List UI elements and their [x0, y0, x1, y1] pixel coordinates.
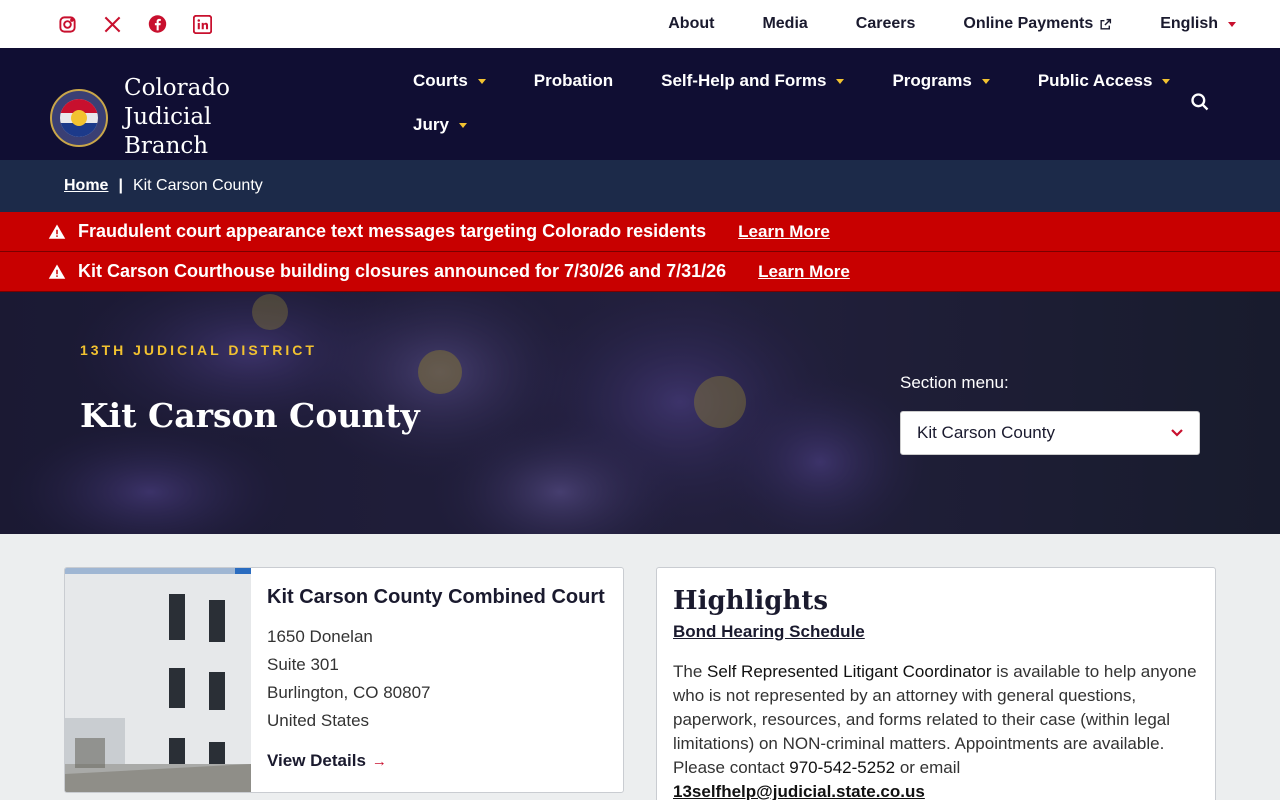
- caret-down-icon: [458, 122, 467, 128]
- nav-jury-label: Jury: [413, 115, 449, 134]
- main-header: Colorado Judicial Branch Courts Probatio…: [0, 48, 1280, 160]
- nav-self-help-label: Self-Help and Forms: [661, 71, 827, 90]
- colorado-courts-seal-icon: [50, 88, 108, 147]
- para-text: or email: [895, 758, 961, 777]
- nav-self-help[interactable]: Self-Help and Forms: [661, 71, 845, 91]
- district-eyebrow: 13TH JUDICIAL DISTRICT: [80, 342, 317, 358]
- section-menu-value: Kit Carson County: [917, 423, 1055, 442]
- utility-bar: About Media Careers Online Payments Engl…: [0, 0, 1280, 48]
- nav-public-access[interactable]: Public Access: [1038, 71, 1171, 91]
- caret-down-icon: [1162, 78, 1171, 84]
- phone-number: 970-542-5252: [789, 758, 896, 777]
- search-button[interactable]: [1190, 92, 1212, 114]
- primary-nav: Courts Probation Self-Help and Forms Pro…: [413, 70, 1171, 158]
- search-icon: [1191, 93, 1209, 111]
- highlights-paragraph: The Self Represented Litigant Coordinato…: [673, 660, 1199, 800]
- brand-name: Colorado Judicial Branch: [124, 74, 324, 161]
- address-line-1: 1650 Donelan: [267, 627, 373, 646]
- nav-courts-label: Courts: [413, 71, 468, 90]
- facebook-icon[interactable]: [148, 15, 167, 34]
- para-text: The: [673, 662, 708, 681]
- highlights-title: Highlights: [673, 586, 829, 616]
- nav-jury[interactable]: Jury: [413, 115, 467, 135]
- courthouse-photo: [65, 568, 251, 792]
- media-link[interactable]: Media: [762, 15, 807, 33]
- nav-probation[interactable]: Probation: [534, 71, 613, 91]
- coordinator-name: Self Represented Litigant Coordinator: [707, 662, 992, 681]
- language-label: English: [1160, 15, 1218, 32]
- caret-down-icon: [981, 78, 990, 84]
- breadcrumb-separator: |: [118, 177, 123, 194]
- alert-banner: Kit Carson Courthouse building closures …: [0, 252, 1280, 292]
- alert-text: Fraudulent court appearance text message…: [78, 221, 707, 241]
- hero-banner: 13TH JUDICIAL DISTRICT Kit Carson County…: [0, 292, 1280, 534]
- alert-text: Kit Carson Courthouse building closures …: [78, 261, 727, 281]
- nav-courts[interactable]: Courts: [413, 71, 486, 91]
- bond-hearing-schedule-link[interactable]: Bond Hearing Schedule: [673, 622, 865, 641]
- brand-name-line1: Colorado Judicial: [124, 75, 230, 130]
- caret-down-icon: [1228, 21, 1236, 27]
- alert-banner: Fraudulent court appearance text message…: [0, 212, 1280, 252]
- online-payments-link[interactable]: Online Payments: [963, 15, 1112, 33]
- view-details-label: View Details: [267, 751, 366, 770]
- section-menu-label: Section menu:: [900, 373, 1009, 392]
- nav-programs[interactable]: Programs: [892, 71, 990, 91]
- social-links: [58, 14, 212, 34]
- section-menu-select[interactable]: Kit Carson County: [900, 411, 1200, 455]
- linkedin-icon[interactable]: [193, 14, 212, 34]
- email-link[interactable]: 13selfhelp@judicial.state.co.us: [673, 782, 925, 800]
- page-title: Kit Carson County: [80, 396, 420, 435]
- utility-links: About Media Careers Online Payments Engl…: [668, 15, 1236, 33]
- highlights-card: Highlights Bond Hearing Schedule The Sel…: [656, 567, 1216, 800]
- instagram-icon[interactable]: [58, 15, 77, 34]
- arrow-right-icon: →: [371, 752, 387, 770]
- court-info: Kit Carson County Combined Court 1650 Do…: [267, 586, 605, 771]
- warning-icon: [48, 224, 66, 239]
- careers-link[interactable]: Careers: [856, 15, 916, 33]
- language-selector[interactable]: English: [1160, 15, 1236, 33]
- brand-name-line2: Branch: [124, 133, 209, 159]
- breadcrumb-home[interactable]: Home: [64, 177, 108, 195]
- view-details-link[interactable]: View Details →: [267, 751, 387, 771]
- about-link[interactable]: About: [668, 15, 714, 33]
- nav-public-access-label: Public Access: [1037, 71, 1153, 90]
- nav-programs-label: Programs: [892, 71, 972, 90]
- warning-icon: [48, 264, 66, 279]
- alert-learn-more-link[interactable]: Learn More: [758, 262, 850, 282]
- court-name: Kit Carson County Combined Court: [267, 586, 605, 608]
- breadcrumb: Home | Kit Carson County: [0, 160, 1280, 212]
- alert-learn-more-link[interactable]: Learn More: [738, 222, 830, 242]
- address-country: United States: [267, 711, 370, 730]
- caret-down-icon: [477, 78, 486, 84]
- court-location-card: Kit Carson County Combined Court 1650 Do…: [64, 567, 624, 793]
- address-city: Burlington, CO 80807: [267, 683, 431, 702]
- breadcrumb-current: Kit Carson County: [132, 177, 263, 194]
- caret-down-icon: [836, 78, 845, 84]
- brand-logo-link[interactable]: Colorado Judicial Branch: [50, 74, 324, 161]
- external-link-icon: [1100, 18, 1112, 30]
- online-payments-label: Online Payments: [963, 15, 1094, 32]
- x-icon[interactable]: [103, 15, 122, 34]
- address-line-2: Suite 301: [267, 655, 339, 674]
- chevron-down-icon: [1171, 429, 1183, 437]
